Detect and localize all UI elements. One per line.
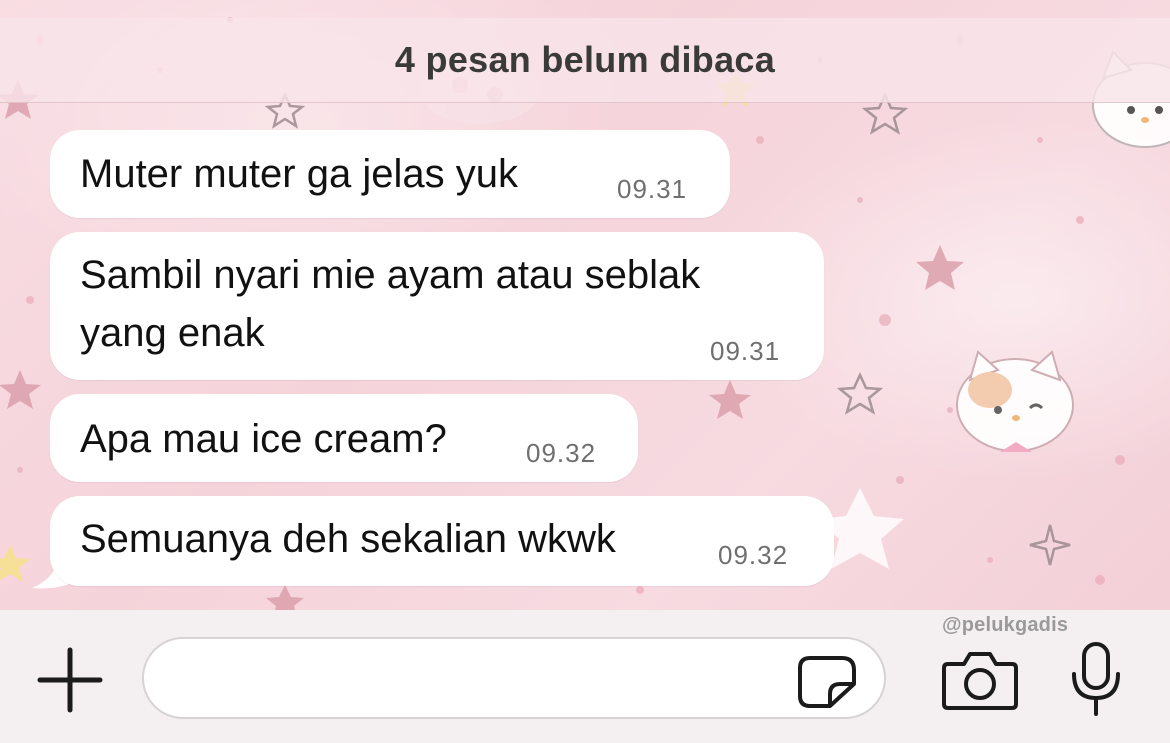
message-text: Semuanya deh sekalian wkwk (80, 517, 616, 561)
message-time: 09.32 (526, 438, 597, 468)
sticker-icon[interactable] (796, 654, 858, 708)
unread-messages-label: 4 pesan belum dibaca (394, 39, 776, 80)
message-time: 09.32 (718, 540, 789, 570)
message-time: 09.31 (710, 336, 781, 366)
message-input-field[interactable] (142, 637, 886, 719)
unread-messages-banner: 4 pesan belum dibaca (0, 18, 1170, 103)
message-text: Muter muter ga jelas yuk (80, 152, 518, 196)
message-time: 09.31 (617, 174, 688, 204)
camera-icon[interactable] (940, 646, 1020, 712)
message-bubble[interactable]: Muter muter ga jelas yuk 09.31 (50, 130, 730, 218)
message-text: Apa mau ice cream? (80, 417, 447, 461)
message-bubble[interactable]: Apa mau ice cream? 09.32 (50, 394, 638, 482)
plus-icon[interactable] (36, 646, 104, 714)
watermark: @pelukgadis (942, 614, 1069, 636)
message-text-line: Sambil nyari mie ayam atau seblak (80, 253, 701, 297)
message-bubble[interactable]: Sambil nyari mie ayam atau seblak yang e… (50, 232, 824, 380)
microphone-icon[interactable] (1066, 640, 1126, 718)
message-text-line: yang enak (80, 311, 265, 355)
message-bubble[interactable]: Semuanya deh sekalian wkwk 09.32 (50, 496, 834, 586)
